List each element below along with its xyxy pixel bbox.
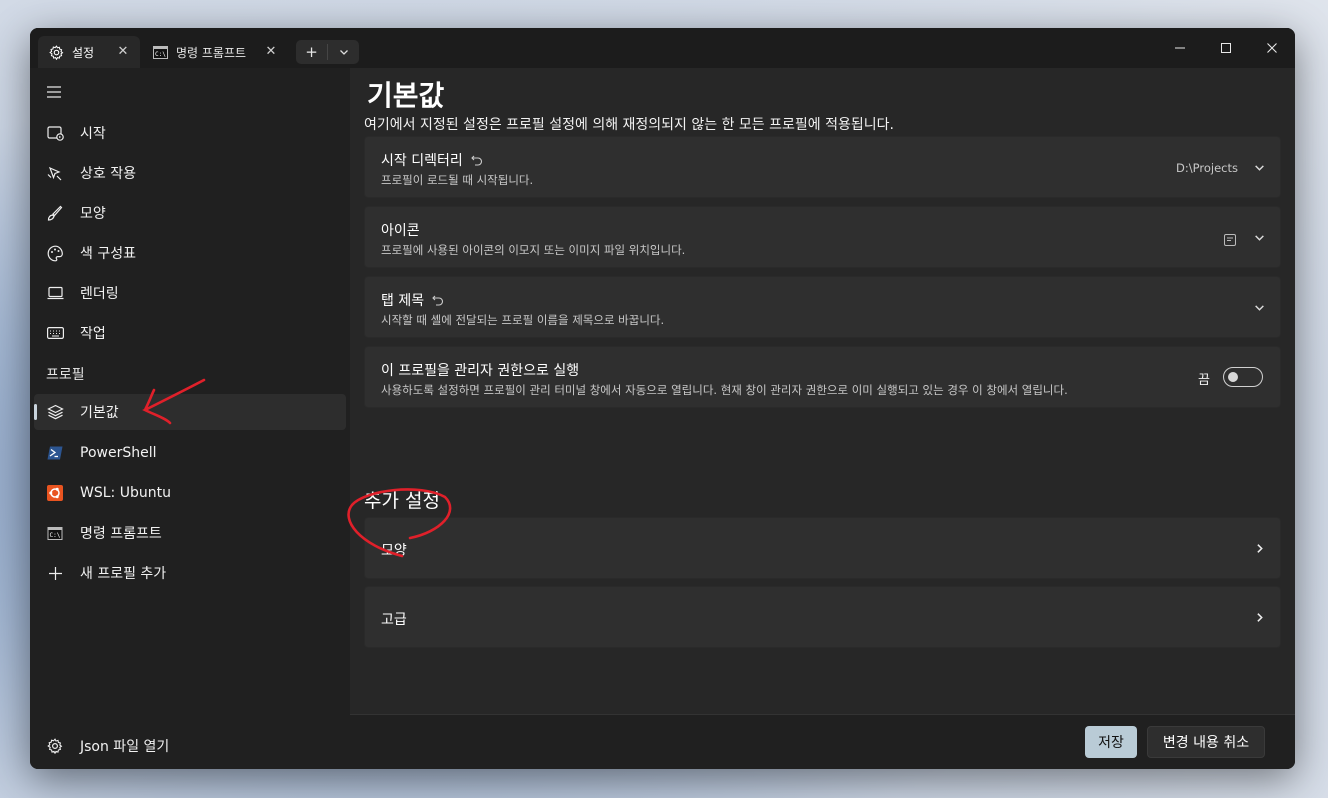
close-icon[interactable]: ✕ — [116, 45, 130, 59]
ubuntu-icon — [46, 484, 64, 502]
additional-advanced-item[interactable]: 고급 — [364, 586, 1281, 648]
sidebar-item-powershell[interactable]: PowerShell — [34, 435, 346, 471]
terminal-settings-window: 설정 ✕ C:\ 명령 프롬프트 ✕ + 시작 상호 작용 모양 색 구성표 렌… — [30, 28, 1295, 769]
startup-icon — [46, 124, 64, 142]
setting-starting-directory[interactable]: 시작 디렉터리 프로필이 로드될 때 시작됩니다. D:\Projects — [364, 136, 1281, 198]
maximize-button[interactable] — [1211, 38, 1241, 58]
sidebar-item-label: 기본값 — [80, 405, 119, 421]
profiles-header: 프로필 — [46, 367, 85, 383]
sidebar-item-label: PowerShell — [80, 445, 157, 461]
settings-content: 기본값 여기에서 지정된 설정은 프로필 설정에 의해 재정의되지 않는 한 모… — [350, 68, 1295, 714]
sidebar-item-rendering[interactable]: 렌더링 — [34, 275, 346, 311]
sidebar-item-defaults[interactable]: 기본값 — [34, 394, 346, 430]
chevron-down-icon — [339, 50, 348, 55]
open-json-button[interactable]: Json 파일 열기 — [34, 728, 346, 764]
setting-title: 시작 디렉터리 — [381, 150, 483, 170]
hamburger-icon — [47, 86, 61, 98]
sidebar-item-label: 시작 — [80, 126, 106, 142]
close-icon[interactable]: ✕ — [264, 45, 278, 59]
setting-icon[interactable]: 아이콘 프로필에 사용된 아이콘의 이모지 또는 이미지 파일 위치입니다. — [364, 206, 1281, 268]
chevron-right-icon — [1252, 541, 1266, 555]
sidebar-item-label: 색 구성표 — [80, 246, 136, 262]
setting-subtitle: 시작할 때 셸에 전달되는 프로필 이름을 제목으로 바꿉니다. — [381, 313, 665, 327]
chevron-down-icon[interactable] — [1252, 230, 1266, 244]
additional-appearance-item[interactable]: 모양 — [364, 517, 1281, 579]
cmd-icon: C:\ — [152, 44, 168, 60]
sidebar: 시작 상호 작용 모양 색 구성표 렌더링 작업 프로필 기본값 PowerSh… — [30, 68, 350, 769]
setting-subtitle: 프로필이 로드될 때 시작됩니다. — [381, 173, 534, 187]
new-tab-button[interactable]: + — [296, 40, 327, 64]
sidebar-item-interaction[interactable]: 상호 작용 — [34, 155, 346, 191]
setting-value: D:\Projects — [1176, 161, 1238, 175]
keyboard-icon — [46, 324, 64, 342]
svg-text:C:\: C:\ — [155, 51, 166, 58]
svg-text:C:\: C:\ — [50, 532, 61, 539]
toggle-knob — [1228, 372, 1238, 382]
tab-dropdown-button[interactable] — [328, 40, 359, 64]
setting-tab-title[interactable]: 탭 제목 시작할 때 셸에 전달되는 프로필 이름을 제목으로 바꿉니다. — [364, 276, 1281, 338]
gear-icon — [48, 44, 64, 60]
tab-label: 설정 — [72, 45, 95, 60]
brush-icon — [46, 204, 64, 222]
sidebar-item-label: WSL: Ubuntu — [80, 485, 171, 501]
sidebar-item-label: 새 프로필 추가 — [80, 566, 167, 582]
minimize-button[interactable] — [1165, 38, 1195, 58]
sidebar-item-label: 렌더링 — [80, 286, 119, 302]
interaction-icon — [46, 164, 64, 182]
sidebar-item-startup[interactable]: 시작 — [34, 115, 346, 151]
tab-settings[interactable]: 설정 ✕ — [38, 36, 140, 68]
setting-subtitle: 프로필에 사용된 아이콘의 이모지 또는 이미지 파일 위치입니다. — [381, 243, 686, 257]
page-title: 기본값 — [367, 79, 445, 112]
item-label: 고급 — [381, 612, 407, 628]
sidebar-item-label: 상호 작용 — [80, 166, 136, 182]
minimize-icon — [1175, 47, 1185, 49]
page-description: 여기에서 지정된 설정은 프로필 설정에 의해 재정의되지 않는 한 모든 프로… — [364, 117, 894, 133]
monitor-icon — [46, 284, 64, 302]
close-window-button[interactable] — [1257, 38, 1287, 58]
title-bar: 설정 ✕ C:\ 명령 프롬프트 ✕ + — [30, 28, 1295, 68]
sidebar-item-color-schemes[interactable]: 색 구성표 — [34, 235, 346, 271]
chevron-down-icon[interactable] — [1252, 300, 1266, 314]
chevron-right-icon — [1252, 610, 1266, 624]
maximize-icon — [1221, 43, 1231, 53]
sidebar-item-wsl-ubuntu[interactable]: WSL: Ubuntu — [34, 475, 346, 511]
setting-title: 이 프로필을 관리자 권한으로 실행 — [381, 363, 580, 379]
sidebar-item-label: 모양 — [80, 206, 106, 222]
item-label: 모양 — [381, 543, 407, 559]
additional-settings-header: 추가 설정 — [364, 490, 440, 512]
new-tab-group: + — [296, 40, 359, 64]
setting-title: 아이콘 — [381, 223, 420, 239]
setting-run-as-admin: 이 프로필을 관리자 권한으로 실행 사용하도록 설정하면 프로필이 관리 터미… — [364, 346, 1281, 408]
sidebar-item-label: 작업 — [80, 326, 106, 342]
discard-changes-button[interactable]: 변경 내용 취소 — [1147, 726, 1265, 758]
icon-preview-icon — [1224, 231, 1236, 246]
sidebar-item-appearance[interactable]: 모양 — [34, 195, 346, 231]
reset-icon[interactable] — [470, 154, 483, 166]
sidebar-item-command-prompt[interactable]: C:\ 명령 프롬프트 — [34, 515, 346, 551]
toggle-state-label: 끔 — [1198, 373, 1210, 388]
sidebar-item-label: 명령 프롬프트 — [80, 526, 162, 542]
layers-icon — [46, 403, 64, 421]
plus-icon — [46, 564, 64, 582]
open-json-label: Json 파일 열기 — [80, 739, 170, 755]
hamburger-menu-button[interactable] — [46, 84, 64, 102]
tab-command-prompt[interactable]: C:\ 명령 프롬프트 ✕ — [142, 36, 288, 68]
setting-title: 탭 제목 — [381, 290, 444, 310]
footer-bar: 저장 변경 내용 취소 — [350, 714, 1295, 769]
run-as-admin-toggle[interactable] — [1223, 367, 1263, 387]
setting-subtitle: 사용하도록 설정하면 프로필이 관리 터미널 창에서 자동으로 열립니다. 현재… — [381, 383, 1068, 397]
powershell-icon — [46, 444, 64, 462]
reset-icon[interactable] — [432, 294, 444, 306]
tab-label: 명령 프롬프트 — [176, 45, 247, 60]
chevron-down-icon[interactable] — [1252, 160, 1266, 174]
cmd-icon: C:\ — [46, 524, 64, 542]
palette-icon — [46, 244, 64, 262]
gear-icon — [46, 737, 64, 755]
save-button[interactable]: 저장 — [1085, 726, 1137, 758]
sidebar-item-add-profile[interactable]: 새 프로필 추가 — [34, 555, 346, 591]
close-icon — [1267, 43, 1277, 53]
sidebar-item-actions[interactable]: 작업 — [34, 315, 346, 351]
